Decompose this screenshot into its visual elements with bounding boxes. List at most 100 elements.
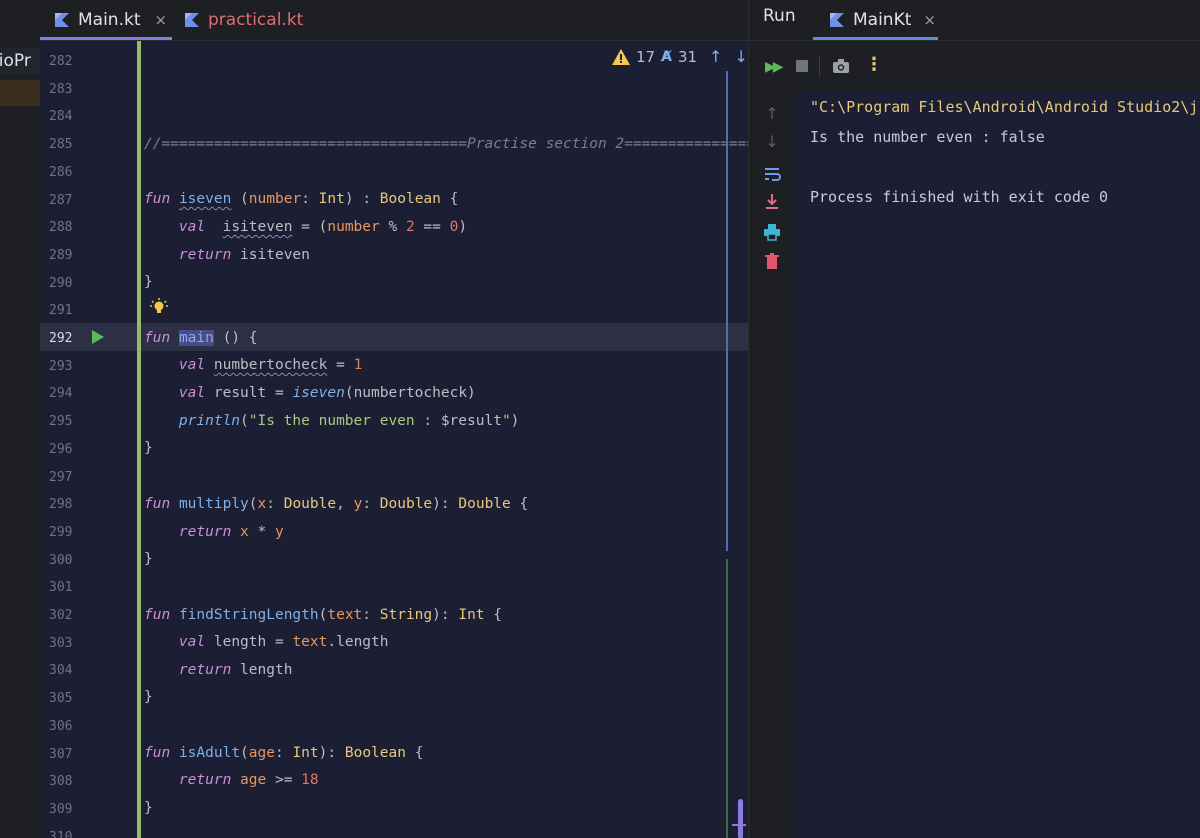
lightbulb-icon[interactable] <box>150 298 168 318</box>
scrollbar-marker-track-lower <box>726 559 728 838</box>
line-number: 299 <box>49 524 73 540</box>
line-number-gutter[interactable]: 282 283 284 285 286 287 288 289 290 291 292 293 294 2… <box>40 41 138 838</box>
line-number: 283 <box>49 81 73 97</box>
down-arrow-icon[interactable]: ↓ <box>763 133 781 151</box>
code-line-307: fun isAdult(age: Int): Boolean { <box>144 745 424 761</box>
line-number: 309 <box>49 801 73 817</box>
console-command-line: "C:\Program Files\Android\Android Studio… <box>810 98 1199 116</box>
vcs-change-marker <box>137 41 141 838</box>
run-tab-mainkt[interactable]: MainKt × <box>813 0 938 40</box>
line-number: 305 <box>49 691 73 707</box>
run-tab-close-icon[interactable]: × <box>923 11 936 29</box>
code-line-285: //===================================Pra… <box>144 136 748 152</box>
code-line-288: val isiteven = (number % 2 == 0) <box>178 219 468 235</box>
line-number: 282 <box>49 54 73 69</box>
code-line-295: println("Is the number even : $result") <box>178 413 520 429</box>
warning-count: 17 <box>636 47 656 66</box>
kotlin-file-icon <box>55 13 69 27</box>
tab-main-kt-label: Main.kt <box>78 10 141 30</box>
code-line-308: return age >= 18 <box>178 772 319 788</box>
line-number: 287 <box>49 192 73 208</box>
console-exit-line: Process finished with exit code 0 <box>810 188 1109 206</box>
code-line-296: } <box>144 440 153 456</box>
line-number: 286 <box>49 164 73 180</box>
code-line-304: return length <box>178 662 293 678</box>
trash-icon[interactable] <box>763 252 781 270</box>
line-number: 289 <box>49 247 73 263</box>
kotlin-file-icon <box>185 13 199 27</box>
editor-scrollbar-thumb[interactable] <box>738 799 743 838</box>
line-number: 285 <box>49 137 73 153</box>
code-line-299: return x * y <box>178 524 284 540</box>
code-line-292: fun main () { <box>144 330 258 346</box>
code-line-287: fun iseven (number: Int) : Boolean { <box>144 191 459 207</box>
project-tree-selection <box>0 80 40 106</box>
tab-practical-kt-label: practical.kt <box>208 10 304 30</box>
line-number: 303 <box>49 635 73 651</box>
active-tab-indicator <box>40 37 172 40</box>
run-panel-header: Run MainKt × <box>749 0 1200 41</box>
line-number: 306 <box>49 718 73 734</box>
run-tab-indicator <box>813 37 938 40</box>
kotlin-run-config-icon <box>830 13 844 27</box>
project-name-fragment[interactable]: dioPr <box>0 48 40 74</box>
line-number: 308 <box>49 774 73 790</box>
line-number: 294 <box>49 386 73 402</box>
scrollbar-marker-track <box>726 71 728 551</box>
scrollbar-position-mark <box>732 824 746 826</box>
more-actions-icon[interactable]: ⋮ <box>865 54 883 75</box>
run-panel-title: Run <box>763 6 796 26</box>
run-toolbar: ▶▶ ⋮ <box>749 41 1200 91</box>
rerun-icon[interactable]: ▶▶ <box>765 59 783 75</box>
run-side-toolbar: ↑ ↓ <box>749 91 793 838</box>
print-icon[interactable] <box>763 223 781 241</box>
editor-tab-bar: Main.kt × practical.kt ⋮ <box>40 0 778 41</box>
code-line-293: val numbertocheck = 1 <box>178 357 363 373</box>
camera-icon[interactable] <box>832 58 850 74</box>
code-line-294: val result = iseven(numbertocheck) <box>178 385 476 401</box>
code-line-300: } <box>144 551 153 567</box>
toolbar-separator <box>819 55 820 77</box>
line-number: 302 <box>49 608 73 623</box>
previous-highlight-icon[interactable]: ↑ <box>709 47 722 66</box>
line-number: 301 <box>49 580 73 596</box>
code-line-309: } <box>144 800 153 816</box>
next-highlight-icon[interactable]: ↓ <box>734 47 747 66</box>
inspection-widget[interactable]: 17 A̸ 31 ↑ ↓ <box>612 47 748 66</box>
up-arrow-icon[interactable]: ↑ <box>763 105 781 123</box>
warning-icon <box>612 48 630 65</box>
run-main-icon[interactable] <box>92 330 104 344</box>
console-output-line: Is the number even : false <box>810 128 1045 146</box>
code-line-290: } <box>144 274 153 290</box>
scroll-to-end-icon[interactable] <box>763 193 781 211</box>
tab-practical-kt[interactable]: practical.kt <box>184 0 303 40</box>
line-number: 310 <box>49 829 73 838</box>
stop-icon[interactable] <box>796 60 808 72</box>
soft-wrap-icon[interactable] <box>763 165 781 183</box>
line-number: 304 <box>49 663 73 679</box>
line-number: 290 <box>49 275 73 291</box>
typo-icon: A̸ <box>661 48 672 65</box>
run-console-output[interactable]: "C:\Program Files\Android\Android Studio… <box>793 91 1200 838</box>
tab-main-kt[interactable]: Main.kt × <box>54 0 171 40</box>
line-number: 288 <box>49 220 73 236</box>
code-line-298: fun multiply(x: Double, y: Double): Doub… <box>144 496 529 512</box>
code-line-305: } <box>144 689 153 705</box>
typo-count: 31 <box>677 47 698 66</box>
code-line-302: fun findStringLength(text: String): Int … <box>144 607 503 623</box>
line-number: 307 <box>49 746 73 762</box>
line-number: 292 <box>49 331 73 346</box>
code-line-289: return isiteven <box>178 247 310 263</box>
run-tab-label: MainKt <box>853 10 912 30</box>
line-number: 296 <box>49 441 73 457</box>
tab-close-icon[interactable]: × <box>155 11 168 29</box>
code-editor[interactable]: 282 283 284 285 286 287 288 289 290 291 292 293 294 2… <box>40 41 748 838</box>
line-number: 295 <box>49 414 73 430</box>
line-number: 293 <box>49 358 73 374</box>
line-number: 284 <box>49 109 73 125</box>
line-number: 291 <box>49 303 73 319</box>
line-number: 297 <box>49 469 73 485</box>
project-panel-edge <box>0 0 40 838</box>
code-line-303: val length = text.length <box>178 634 389 650</box>
line-number: 298 <box>49 497 73 513</box>
